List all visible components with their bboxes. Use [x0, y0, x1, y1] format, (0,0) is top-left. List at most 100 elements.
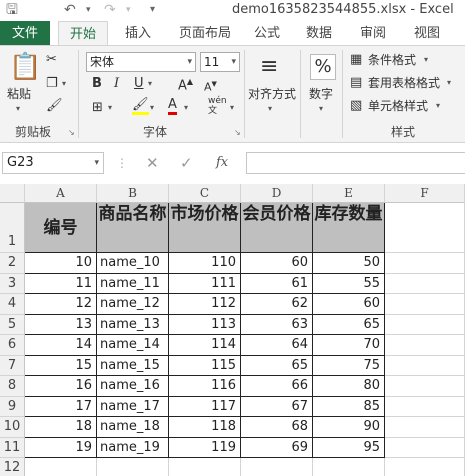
paste-label[interactable]: 粘贴: [7, 86, 31, 102]
select-all-corner[interactable]: [0, 184, 25, 203]
table-cell[interactable]: 115: [169, 355, 241, 376]
name-box[interactable]: G23 ▾: [2, 152, 104, 174]
table-cell[interactable]: 75: [313, 355, 385, 376]
table-cell[interactable]: 117: [169, 396, 241, 417]
number-group-label[interactable]: 数字: [309, 86, 333, 102]
empty-cell[interactable]: [385, 396, 465, 417]
table-cell[interactable]: 116: [169, 376, 241, 397]
empty-cell[interactable]: [97, 458, 169, 476]
table-cell[interactable]: 110: [169, 253, 241, 274]
empty-cell[interactable]: [313, 458, 385, 476]
tab-view[interactable]: 视图: [406, 21, 448, 46]
cancel-icon[interactable]: ✕: [146, 153, 159, 173]
table-cell[interactable]: 60: [313, 294, 385, 315]
table-cell[interactable]: 14: [25, 335, 97, 356]
undo-dropdown-icon[interactable]: ▾: [86, 1, 91, 19]
row-header-2[interactable]: 2: [0, 253, 25, 274]
chevron-down-icon[interactable]: ▾: [436, 98, 440, 114]
fill-color-icon[interactable]: 🖌: [132, 98, 149, 115]
borders-icon[interactable]: ⊞: [92, 100, 103, 116]
cut-icon[interactable]: ✂: [46, 52, 57, 68]
column-header-c[interactable]: C: [169, 184, 241, 203]
tab-data[interactable]: 数据: [298, 21, 340, 46]
font-color-dropdown-icon[interactable]: ▾: [184, 100, 188, 116]
underline-dropdown-icon[interactable]: ▾: [148, 76, 152, 92]
insert-function-icon[interactable]: fx: [216, 153, 228, 173]
tab-file[interactable]: 文件: [0, 21, 50, 46]
copy-icon[interactable]: ❐: [46, 76, 58, 92]
row-header-8[interactable]: 8: [0, 376, 25, 397]
header-cell[interactable]: 库存数量: [313, 203, 385, 253]
borders-dropdown-icon[interactable]: ▾: [108, 100, 112, 116]
table-cell[interactable]: name_13: [97, 314, 169, 335]
table-cell[interactable]: 13: [25, 314, 97, 335]
bold-icon[interactable]: B: [92, 76, 102, 92]
table-cell[interactable]: 11: [25, 273, 97, 294]
empty-cell[interactable]: [169, 458, 241, 476]
table-cell[interactable]: 66: [241, 376, 313, 397]
table-cell[interactable]: name_12: [97, 294, 169, 315]
empty-cell[interactable]: [385, 458, 465, 476]
undo-icon[interactable]: ↶: [64, 1, 76, 19]
table-cell[interactable]: 119: [169, 437, 241, 458]
paste-dropdown-icon[interactable]: ▾: [16, 101, 20, 117]
empty-cell[interactable]: [385, 253, 465, 274]
table-cell[interactable]: 19: [25, 437, 97, 458]
table-cell[interactable]: 65: [241, 355, 313, 376]
decrease-font-icon[interactable]: A▼: [204, 76, 217, 96]
empty-cell[interactable]: [385, 376, 465, 397]
row-header-11[interactable]: 11: [0, 437, 25, 458]
table-cell[interactable]: 90: [313, 417, 385, 438]
empty-cell[interactable]: [385, 273, 465, 294]
table-cell[interactable]: name_11: [97, 273, 169, 294]
row-header-7[interactable]: 7: [0, 355, 25, 376]
font-launcher-icon[interactable]: ↘: [234, 128, 241, 137]
table-cell[interactable]: name_17: [97, 396, 169, 417]
header-cell[interactable]: 编号: [25, 203, 97, 253]
increase-font-icon[interactable]: A▲: [178, 74, 193, 94]
empty-cell[interactable]: [385, 314, 465, 335]
table-cell[interactable]: 85: [313, 396, 385, 417]
header-cell[interactable]: 市场价格: [169, 203, 241, 253]
empty-cell[interactable]: [385, 355, 465, 376]
table-cell[interactable]: 118: [169, 417, 241, 438]
confirm-icon[interactable]: ✓: [180, 153, 193, 173]
column-header-a[interactable]: A: [25, 184, 97, 203]
tab-home[interactable]: 开始: [58, 21, 108, 46]
empty-cell[interactable]: [385, 335, 465, 356]
copy-dropdown-icon[interactable]: ▾: [62, 76, 66, 92]
row-header-12[interactable]: 12: [0, 458, 25, 476]
table-cell[interactable]: name_19: [97, 437, 169, 458]
empty-cell[interactable]: [241, 458, 313, 476]
table-cell[interactable]: 68: [241, 417, 313, 438]
empty-cell[interactable]: [385, 417, 465, 438]
format-as-table-button[interactable]: 套用表格格式: [368, 75, 440, 91]
redo-dropdown-icon[interactable]: ▾: [126, 1, 131, 19]
fill-color-dropdown-icon[interactable]: ▾: [150, 100, 154, 116]
font-color-icon[interactable]: A: [168, 98, 177, 115]
cell-styles-button[interactable]: 单元格样式: [368, 98, 428, 114]
table-cell[interactable]: 112: [169, 294, 241, 315]
italic-icon[interactable]: I: [114, 76, 119, 92]
tab-formulas[interactable]: 公式: [246, 21, 288, 46]
tab-insert[interactable]: 插入: [115, 21, 161, 46]
table-cell[interactable]: 69: [241, 437, 313, 458]
row-header-10[interactable]: 10: [0, 417, 25, 438]
alignment-icon[interactable]: ≡: [260, 54, 278, 80]
row-header-4[interactable]: 4: [0, 294, 25, 315]
table-cell[interactable]: 16: [25, 376, 97, 397]
empty-cell[interactable]: [385, 437, 465, 458]
table-cell[interactable]: 60: [241, 253, 313, 274]
table-cell[interactable]: 113: [169, 314, 241, 335]
empty-cell[interactable]: [385, 294, 465, 315]
row-header-6[interactable]: 6: [0, 335, 25, 356]
table-cell[interactable]: 17: [25, 396, 97, 417]
formula-input[interactable]: [246, 152, 465, 174]
column-header-d[interactable]: D: [241, 184, 313, 203]
chevron-down-icon[interactable]: ▾: [94, 153, 99, 173]
cell-styles-icon[interactable]: ▧: [350, 98, 362, 114]
clipboard-launcher-icon[interactable]: ↘: [68, 128, 75, 137]
redo-icon[interactable]: ↷: [104, 1, 116, 19]
column-header-b[interactable]: B: [97, 184, 169, 203]
table-cell[interactable]: name_14: [97, 335, 169, 356]
